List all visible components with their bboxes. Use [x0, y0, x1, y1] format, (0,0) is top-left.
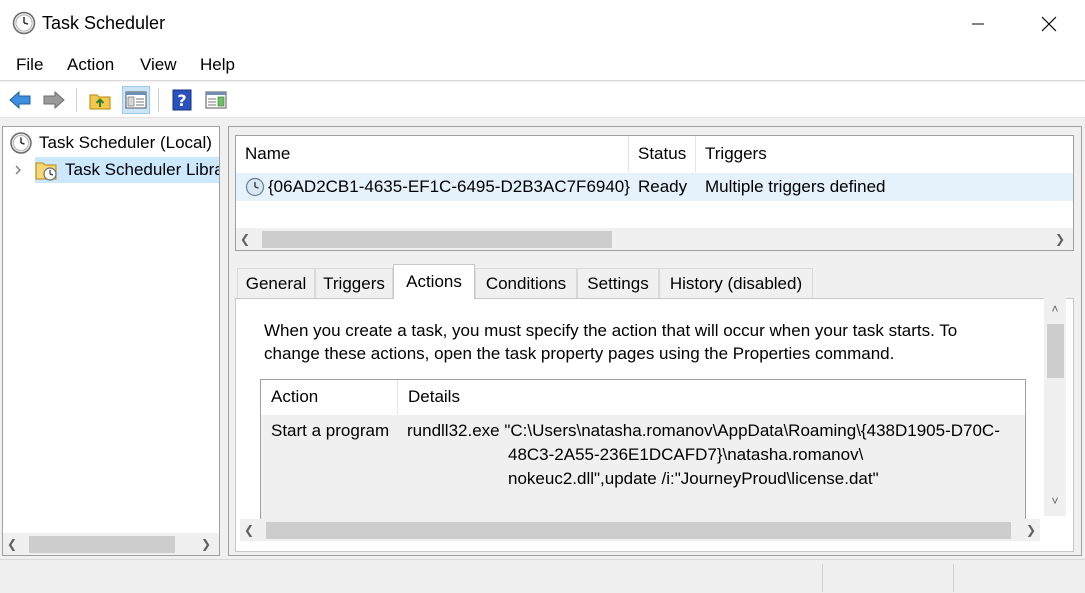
scrollbar-thumb[interactable]	[1047, 324, 1064, 378]
action-details-line1: rundll32.exe "C:\Users\natasha.romanov\A…	[407, 421, 1000, 440]
tree-horizontal-scrollbar[interactable]: ❮ ❯	[3, 533, 219, 555]
clock-icon	[10, 132, 32, 154]
folder-clock-icon	[35, 162, 57, 181]
task-clock-icon	[245, 177, 265, 197]
console-tree: Task Scheduler (Local) Task Scheduler Li…	[2, 126, 220, 556]
folder-up-icon	[89, 94, 111, 110]
menu-help[interactable]: Help	[200, 55, 235, 75]
status-separator	[822, 564, 823, 592]
task-status: Ready	[638, 177, 688, 196]
column-header-triggers[interactable]: Triggers	[696, 136, 1073, 172]
back-button[interactable]	[6, 86, 34, 114]
show-hide-action-pane-button[interactable]	[202, 86, 230, 114]
menu-file[interactable]: File	[16, 55, 43, 75]
tab-history[interactable]: History (disabled)	[659, 268, 813, 298]
actions-vertical-scrollbar[interactable]: ˄ ˅	[1044, 298, 1066, 516]
show-hide-action-pane-icon	[205, 91, 227, 109]
scroll-right-icon[interactable]: ❯	[1051, 232, 1069, 246]
scroll-right-icon[interactable]: ❯	[197, 537, 215, 551]
help-button[interactable]: ?	[168, 86, 196, 114]
column-header-action[interactable]: Action	[261, 380, 398, 414]
column-header-name[interactable]: Name	[236, 136, 629, 172]
task-triggers: Multiple triggers defined	[705, 177, 886, 196]
minimize-button[interactable]	[955, 0, 1001, 48]
column-header-details[interactable]: Details	[398, 380, 1025, 414]
scrollbar-thumb[interactable]	[29, 536, 175, 553]
scrollbar-thumb[interactable]	[266, 522, 1011, 539]
scroll-left-icon[interactable]: ❮	[3, 537, 21, 551]
action-type: Start a program	[271, 421, 390, 440]
scroll-left-icon[interactable]: ❮	[240, 523, 258, 537]
table-row[interactable]: Start a program rundll32.exe "C:\Users\n…	[261, 415, 1025, 525]
title-bar: Task Scheduler	[0, 0, 1085, 48]
menu-action[interactable]: Action	[67, 55, 114, 75]
tree-item-library[interactable]: Task Scheduler Library	[35, 157, 219, 183]
actions-horizontal-scrollbar[interactable]: ❮ ❯	[240, 519, 1040, 541]
actions-tab-panel: When you create a task, you must specify…	[235, 298, 1074, 552]
chevron-right-icon	[15, 165, 21, 175]
tab-triggers[interactable]: Triggers	[315, 268, 393, 298]
scroll-up-icon[interactable]: ˄	[1044, 302, 1066, 316]
table-row[interactable]: {06AD2CB1-4635-EF1C-6495-D2B3AC7F6940} R…	[236, 173, 1073, 201]
up-one-level-button[interactable]	[86, 86, 114, 114]
minimize-icon	[972, 23, 984, 25]
menu-bar: File Action View Help	[0, 48, 1085, 81]
action-details-line3: nokeuc2.dll",update /i:"JourneyProud\lic…	[508, 469, 879, 488]
forward-button[interactable]	[40, 86, 68, 114]
svg-text:?: ?	[177, 91, 186, 110]
tab-general[interactable]: General	[237, 268, 315, 298]
action-details-line2: 48C3-2A55-236E1DCAFD7}\natasha.romanov\	[508, 445, 864, 464]
forward-arrow-icon	[43, 90, 65, 110]
help-icon: ?	[172, 89, 192, 111]
task-name: {06AD2CB1-4635-EF1C-6495-D2B3AC7F6940}	[268, 177, 630, 196]
actions-table: Action Details Start a program rundll32.…	[260, 379, 1026, 539]
tree-item-label: Task Scheduler (Local)	[39, 133, 212, 152]
menu-view[interactable]: View	[140, 55, 177, 75]
task-scheduler-clock-icon	[12, 11, 36, 35]
task-list-horizontal-scrollbar[interactable]: ❮ ❯	[236, 228, 1073, 250]
tab-actions[interactable]: Actions	[393, 264, 475, 299]
task-details-tabs: General Triggers Actions Conditions Sett…	[235, 262, 1074, 552]
toolbar-separator	[158, 88, 159, 112]
tab-conditions[interactable]: Conditions	[475, 268, 577, 298]
toolbar-separator	[76, 88, 77, 112]
window-title: Task Scheduler	[42, 13, 166, 33]
tab-settings[interactable]: Settings	[577, 268, 659, 298]
tree-item-root[interactable]: Task Scheduler (Local)	[9, 130, 212, 156]
column-header-status[interactable]: Status	[629, 136, 696, 172]
close-icon	[1041, 16, 1057, 32]
back-arrow-icon	[9, 90, 31, 110]
scroll-down-icon[interactable]: ˅	[1044, 494, 1066, 508]
toolbar: ?	[0, 82, 1085, 118]
actions-description: When you create a task, you must specify…	[264, 321, 958, 363]
status-bar	[0, 559, 1085, 593]
tree-expand-toggle[interactable]	[13, 157, 23, 183]
status-separator	[953, 564, 954, 592]
task-list: Name Status Triggers {06AD2CB1-4635-EF1C…	[235, 135, 1074, 251]
scroll-left-icon[interactable]: ❮	[236, 232, 254, 246]
scroll-right-icon[interactable]: ❯	[1022, 523, 1040, 537]
show-hide-console-tree-icon	[125, 91, 147, 109]
scrollbar-thumb[interactable]	[262, 231, 612, 248]
tree-item-label: Task Scheduler Library	[65, 160, 219, 179]
close-button[interactable]	[1026, 0, 1072, 48]
show-hide-console-tree-button[interactable]	[122, 86, 150, 114]
